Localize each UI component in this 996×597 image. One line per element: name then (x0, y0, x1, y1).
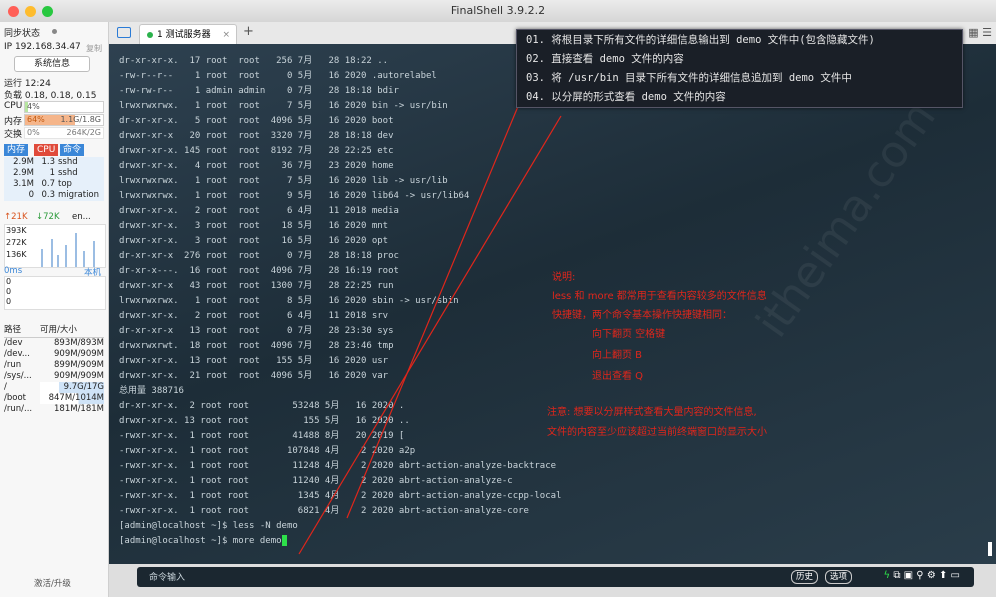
process-row[interactable]: 2.9M 1.3 sshd (4, 157, 104, 168)
command-input-label: 命令输入 (149, 573, 186, 583)
close-tab-icon[interactable]: × (222, 25, 230, 45)
latency-label: 0ms (4, 266, 23, 276)
note-shortcut: 向下翻页 空格键 (592, 329, 666, 340)
sync-status: 同步状态 (4, 29, 41, 39)
process-row[interactable]: 3.1M 0.7 top (4, 179, 104, 190)
net-interface-select[interactable]: en... (72, 212, 91, 222)
task-item: 01. 将根目录下所有文件的详细信息输出到 demo 文件中(包含隐藏文件) (526, 34, 875, 46)
process-sort-tabs: 内存 CPU 命令 (4, 144, 104, 156)
memory-meter: 64% 1.1G/1.8G (24, 114, 104, 126)
connected-status-icon (147, 31, 153, 38)
disk-row: /run/... 181M/181M (4, 404, 104, 414)
memory-value: 1.1G/1.8G (60, 115, 101, 124)
tab-sort-memory[interactable]: 内存 (4, 144, 29, 156)
disk-table-header: 路径 可用/大小 (4, 324, 104, 338)
net-tick: 393K (6, 226, 27, 235)
title-bar: FinalShell 3.9.2.2 (0, 0, 996, 23)
load-average: 负载 0.18, 0.18, 0.15 (4, 91, 97, 101)
task-list-overlay: 01. 将根目录下所有文件的详细信息输出到 demo 文件中(包含隐藏文件) 0… (516, 29, 963, 108)
process-row[interactable]: 2.9M 1 sshd (4, 168, 104, 179)
process-row[interactable]: 0 0.3 migration (4, 190, 104, 201)
upload-icon[interactable]: ⬆ (939, 570, 947, 581)
net-tick: 136K (6, 250, 27, 259)
swap-value: 264K/2G (66, 128, 102, 137)
net-upload: ↑21K (4, 212, 28, 222)
window-title: FinalShell 3.9.2.2 (450, 4, 546, 17)
note-warning: 文件的内容至少应该超过当前终端窗口的显示大小 (547, 427, 767, 438)
latency-tick: 0 (6, 277, 12, 286)
folder-icon[interactable] (117, 27, 131, 38)
note-line: 快捷键，两个命令基本操作快捷键相同： (552, 310, 732, 321)
net-tick: 272K (6, 238, 27, 247)
arrow-line (298, 115, 562, 555)
process-list: 2.9M 1.3 sshd 2.9M 1 sshd 3.1M 0.7 top 0 0.3 mig… (4, 157, 104, 201)
toolbar-icons[interactable]: ϟ ⧉ ▣ ⚲ ⚙ ⬆ ▭ (884, 570, 960, 581)
clipboard-icon[interactable]: ▣ (904, 570, 913, 581)
task-item: 02. 直接查看 demo 文件的内容 (526, 53, 684, 65)
disk-header-size[interactable]: 可用/大小 (40, 324, 77, 337)
server-ip: IP 192.168.34.47 (4, 42, 81, 52)
swap-percent: 0% (27, 128, 40, 137)
task-item: 03. 将 /usr/bin 目录下所有文件的详细信息追加到 demo 文件中 (526, 72, 852, 84)
latency-tick: 0 (6, 287, 12, 296)
latency-chart: 0 0 0 (4, 276, 106, 310)
search-icon[interactable]: ⚲ (916, 570, 923, 581)
note-shortcut: 退出查看 Q (592, 371, 644, 382)
memory-label: 内存 (4, 117, 23, 127)
activate-upgrade-link[interactable]: 激活/升级 (34, 577, 71, 589)
copy-icon[interactable]: ⧉ (893, 570, 900, 581)
note-warning: 注意: 想要以分屏样式查看大量内容的文件信息, (547, 407, 757, 418)
note-title: 说明: (552, 272, 576, 283)
history-button[interactable]: 历史 (791, 570, 819, 584)
disk-row: /boot 847M/1014M (4, 393, 104, 404)
disk-row: /dev 893M/893M (4, 338, 104, 348)
tab-sort-command[interactable]: 命令 (60, 144, 85, 156)
terminal-pane[interactable]: itheima.com dr-xr-xr-x. 17 root root 256… (109, 44, 996, 564)
latency-tick: 0 (6, 297, 12, 306)
swap-label: 交换 (4, 130, 23, 140)
options-button[interactable]: 选项 (825, 570, 853, 584)
swap-meter: 0% 264K/2G (24, 127, 104, 139)
gear-icon[interactable]: ⚙ (927, 570, 936, 581)
annotation-arrows (298, 103, 562, 555)
note-line: less 和 more 都常用于查看内容较多的文件信息 (552, 291, 767, 302)
command-bar: 命令输入 历史 选项 ϟ ⧉ ▣ ⚲ ⚙ ⬆ ▭ (109, 564, 996, 597)
cpu-meter: 4% (24, 101, 104, 113)
window-icon[interactable]: ▭ (951, 570, 960, 581)
task-item: 04. 以分屏的形式查看 demo 文件的内容 (526, 91, 726, 103)
add-tab-icon[interactable]: + (243, 24, 254, 39)
cpu-value: 4% (27, 102, 40, 111)
layout-grid-icon[interactable]: ▦ ☰ (968, 26, 992, 39)
network-chart: 393K 272K 136K (4, 224, 106, 268)
bolt-icon[interactable]: ϟ (884, 570, 891, 581)
command-input[interactable]: 命令输入 历史 选项 ϟ ⧉ ▣ ⚲ ⚙ ⬆ ▭ (137, 567, 974, 587)
cpu-label: CPU (4, 101, 23, 111)
note-shortcut: 向上翻页 B (592, 350, 643, 361)
disk-header-path[interactable]: 路径 (4, 324, 40, 337)
copy-ip-link[interactable]: 复制 (86, 43, 102, 54)
tab-session[interactable]: 1 测试服务器 × (139, 24, 237, 45)
arrow-line (346, 103, 520, 519)
disk-row: /sys/... 909M/909M (4, 371, 104, 381)
net-download: ↓72K (36, 212, 60, 222)
system-monitor-sidebar: 同步状态 IP 192.168.34.47 复制 系统信息 运行 12:24 负… (0, 22, 109, 597)
disk-row: /dev... 909M/909M (4, 349, 104, 359)
sync-status-icon (52, 29, 57, 34)
disk-row: /9.7G/17G (4, 382, 104, 393)
disk-table: 路径 可用/大小 /dev 893M/893M /dev... 909M/909M … (4, 324, 104, 415)
memory-percent: 64% (27, 115, 45, 124)
tab-session-label: 1 测试服务器 (157, 30, 211, 40)
tab-sort-cpu[interactable]: CPU (34, 144, 59, 156)
system-info-button[interactable]: 系统信息 (14, 56, 90, 72)
disk-row: /run 899M/909M (4, 360, 104, 370)
